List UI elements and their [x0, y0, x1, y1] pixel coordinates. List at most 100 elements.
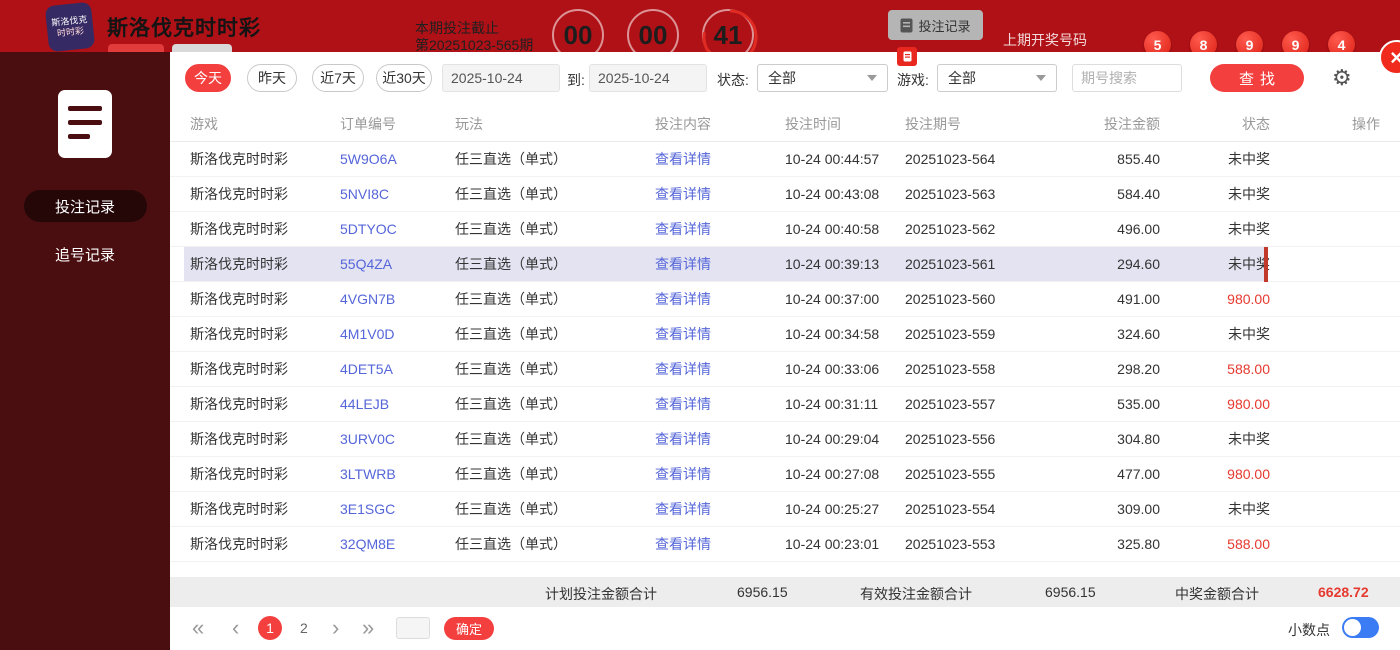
filter-yesterday-button[interactable]: 昨天 — [247, 64, 297, 92]
cell-order-link[interactable]: 4VGN7B — [340, 291, 455, 307]
cell-status: 未中奖 — [1160, 149, 1270, 169]
valid-total-label: 有效投注金额合计 — [860, 584, 972, 604]
chevron-down-icon — [1036, 75, 1046, 81]
col-header-order: 订单编号 — [340, 114, 455, 134]
view-detail-link[interactable]: 查看详情 — [655, 324, 785, 344]
cell-status: 未中奖 — [1160, 429, 1270, 449]
page-jump-input[interactable] — [396, 617, 430, 639]
cell-game: 斯洛伐克时时彩 — [190, 219, 340, 239]
view-detail-link[interactable]: 查看详情 — [655, 499, 785, 519]
cell-order-link[interactable]: 4M1V0D — [340, 326, 455, 342]
col-header-game: 游戏 — [190, 114, 340, 134]
view-detail-link[interactable]: 查看详情 — [655, 534, 785, 554]
cell-order-link[interactable]: 55Q4ZA — [340, 256, 455, 272]
cell-order-link[interactable]: 5W9O6A — [340, 151, 455, 167]
decimal-toggle-switch[interactable] — [1342, 617, 1379, 638]
cell-game: 斯洛伐克时时彩 — [190, 534, 340, 554]
cell-play: 任三直选（单式） — [455, 149, 655, 169]
cell-time: 10-24 00:23:01 — [785, 536, 905, 552]
last-draw-label: 上期开奖号码 — [1003, 30, 1087, 50]
table-row: 斯洛伐克时时彩 3LTWRB 任三直选（单式） 查看详情 10-24 00:27… — [170, 457, 1400, 492]
cell-order-link[interactable]: 4DET5A — [340, 361, 455, 377]
cell-order-link[interactable]: 44LEJB — [340, 396, 455, 412]
issue-search-input[interactable] — [1072, 64, 1182, 92]
filter-today-button[interactable]: 今天 — [185, 64, 231, 92]
cell-status: 588.00 — [1160, 536, 1270, 552]
cell-order-link[interactable]: 3E1SGC — [340, 501, 455, 517]
cell-game: 斯洛伐克时时彩 — [190, 324, 340, 344]
cell-time: 10-24 00:39:13 — [785, 256, 905, 272]
view-detail-link[interactable]: 查看详情 — [655, 394, 785, 414]
view-detail-link[interactable]: 查看详情 — [655, 219, 785, 239]
status-filter-label: 状态: — [717, 70, 749, 90]
cell-game: 斯洛伐克时时彩 — [190, 499, 340, 519]
page-1-button[interactable]: 1 — [258, 616, 282, 640]
deadline-label: 本期投注截止 — [415, 20, 533, 37]
plan-total-value: 6956.15 — [737, 584, 788, 600]
cell-game: 斯洛伐克时时彩 — [190, 149, 340, 169]
date-from-input[interactable]: 2025-10-24 — [442, 64, 560, 92]
cell-order-link[interactable]: 3URV0C — [340, 431, 455, 447]
sidebar-item-chase-records[interactable]: 追号记录 — [0, 244, 170, 265]
status-select[interactable]: 全部 — [757, 64, 888, 92]
cell-issue: 20251023-555 — [905, 466, 1055, 482]
cell-play: 任三直选（单式） — [455, 289, 655, 309]
cell-play: 任三直选（单式） — [455, 184, 655, 204]
cell-order-link[interactable]: 5DTYOC — [340, 221, 455, 237]
col-header-content: 投注内容 — [655, 114, 785, 134]
table-body: 斯洛伐克时时彩 5W9O6A 任三直选（单式） 查看详情 10-24 00:44… — [170, 142, 1400, 562]
prev-page-button[interactable]: ‹ — [232, 614, 239, 642]
cell-game: 斯洛伐克时时彩 — [190, 254, 340, 274]
cell-issue: 20251023-558 — [905, 361, 1055, 377]
record-badge-icon[interactable] — [897, 47, 917, 66]
filter-7days-button[interactable]: 近7天 — [312, 64, 364, 92]
view-detail-link[interactable]: 查看详情 — [655, 464, 785, 484]
table-row: 斯洛伐克时时彩 3URV0C 任三直选（单式） 查看详情 10-24 00:29… — [170, 422, 1400, 457]
cell-game: 斯洛伐克时时彩 — [190, 359, 340, 379]
cell-status: 980.00 — [1160, 466, 1270, 482]
date-to-input[interactable]: 2025-10-24 — [589, 64, 707, 92]
bet-record-button-label: 投注记录 — [918, 16, 970, 35]
cell-order-link[interactable]: 32QM8E — [340, 536, 455, 552]
cell-time: 10-24 00:31:11 — [785, 396, 905, 412]
filter-30days-button[interactable]: 近30天 — [376, 64, 432, 92]
chevron-down-icon — [867, 75, 877, 81]
page-2-button[interactable]: 2 — [300, 620, 308, 636]
cell-time: 10-24 00:34:58 — [785, 326, 905, 342]
cell-game: 斯洛伐克时时彩 — [190, 464, 340, 484]
page-confirm-button[interactable]: 确定 — [444, 617, 494, 640]
cell-issue: 20251023-553 — [905, 536, 1055, 552]
cell-status: 588.00 — [1160, 361, 1270, 377]
cell-order-link[interactable]: 3LTWRB — [340, 466, 455, 482]
view-detail-link[interactable]: 查看详情 — [655, 254, 785, 274]
view-detail-link[interactable]: 查看详情 — [655, 149, 785, 169]
cell-order-link[interactable]: 5NVI8C — [340, 186, 455, 202]
col-header-operation: 操作 — [1270, 114, 1400, 134]
toggle-knob — [1344, 619, 1361, 636]
view-detail-link[interactable]: 查看详情 — [655, 289, 785, 309]
cell-issue: 20251023-554 — [905, 501, 1055, 517]
summary-bar: 计划投注金额合计 6956.15 有效投注金额合计 6956.15 中奖金额合计… — [170, 577, 1400, 607]
cell-status: 未中奖 — [1160, 254, 1270, 274]
cell-issue: 20251023-562 — [905, 221, 1055, 237]
plan-total-label: 计划投注金额合计 — [545, 584, 657, 604]
sidebar-item-bet-records[interactable]: 投注记录 — [24, 190, 147, 222]
bet-record-button[interactable]: 投注记录 — [888, 10, 983, 40]
search-button[interactable]: 查找 — [1210, 64, 1304, 92]
gear-icon[interactable]: ⚙ — [1332, 65, 1352, 91]
view-detail-link[interactable]: 查看详情 — [655, 429, 785, 449]
cell-time: 10-24 00:33:06 — [785, 361, 905, 377]
last-page-button[interactable]: » — [362, 614, 374, 642]
cell-play: 任三直选（单式） — [455, 499, 655, 519]
first-page-button[interactable]: « — [192, 614, 204, 642]
col-header-status: 状态 — [1160, 114, 1270, 134]
cell-amount: 298.20 — [1055, 361, 1160, 377]
table-row: 斯洛伐克时时彩 5W9O6A 任三直选（单式） 查看详情 10-24 00:44… — [170, 142, 1400, 177]
cell-time: 10-24 00:25:27 — [785, 501, 905, 517]
view-detail-link[interactable]: 查看详情 — [655, 184, 785, 204]
view-detail-link[interactable]: 查看详情 — [655, 359, 785, 379]
game-select-value: 全部 — [948, 68, 976, 88]
game-select[interactable]: 全部 — [937, 64, 1057, 92]
cell-status: 未中奖 — [1160, 219, 1270, 239]
next-page-button[interactable]: › — [332, 614, 339, 642]
